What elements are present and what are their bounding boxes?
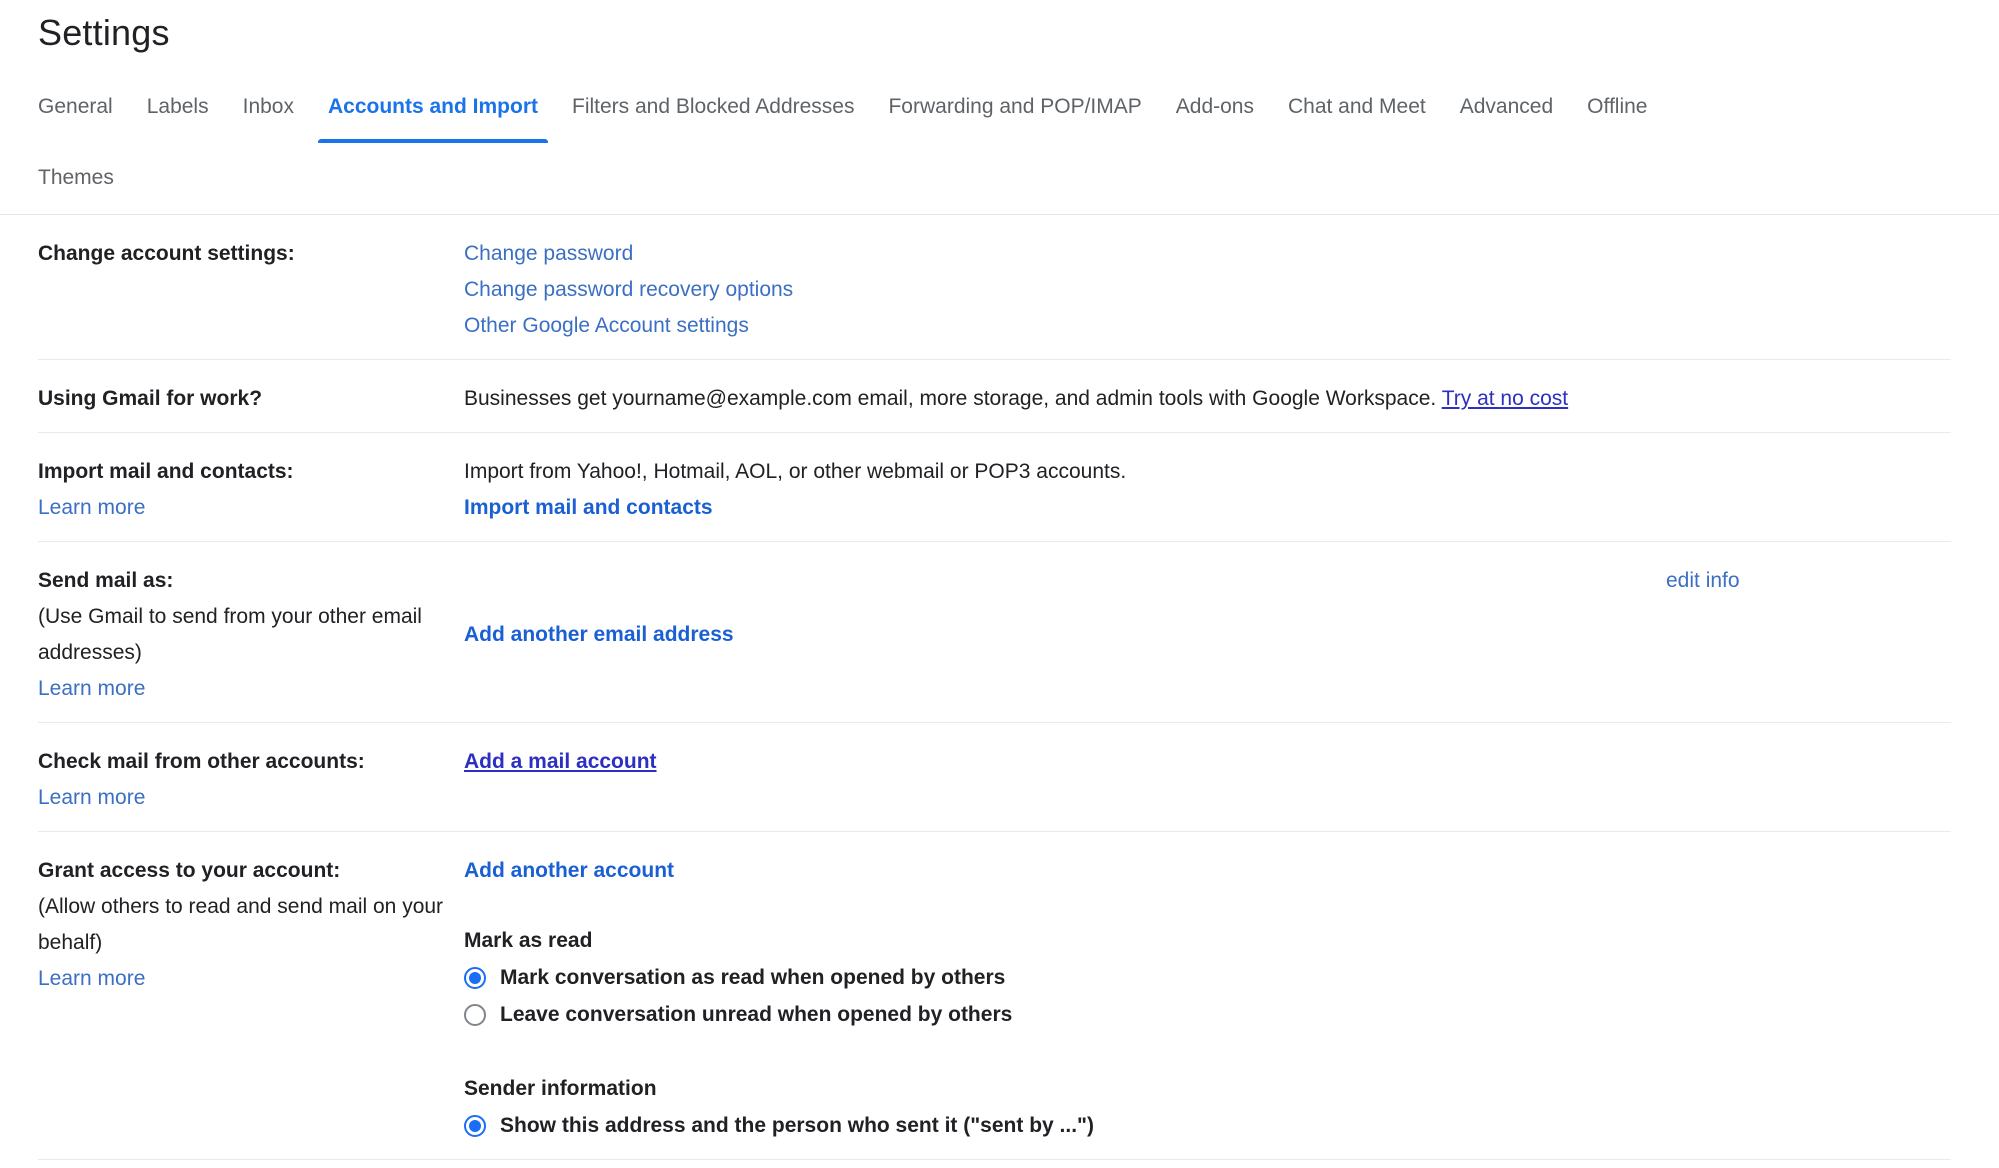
section-using-gmail-for-work: Using Gmail for work? Businesses get you… — [38, 360, 1951, 433]
tab-labels[interactable]: Labels — [147, 93, 209, 143]
send-mail-as-sublabel: (Use Gmail to send from your other email… — [38, 599, 464, 671]
change-password-link[interactable]: Change password — [464, 242, 633, 265]
page-title: Settings — [38, 10, 1999, 55]
tab-inbox[interactable]: Inbox — [243, 93, 294, 143]
import-description-text: Import from Yahoo!, Hotmail, AOL, or oth… — [464, 454, 1951, 490]
try-at-no-cost-link[interactable]: Try at no cost — [1442, 387, 1568, 410]
add-a-mail-account-link[interactable]: Add a mail account — [464, 750, 657, 773]
tab-filters-and-blocked-addresses[interactable]: Filters and Blocked Addresses — [572, 93, 854, 143]
section-grant-access: Grant access to your account: (Allow oth… — [38, 832, 1951, 1160]
section-label: Send mail as: (Use Gmail to send from yo… — [38, 563, 464, 707]
edit-info-link[interactable]: edit info — [1666, 569, 1740, 592]
import-mail-and-contacts-link[interactable]: Import mail and contacts — [464, 496, 713, 519]
radio-option-show-address[interactable]: Show this address and the person who sen… — [464, 1107, 1951, 1144]
other-google-account-settings-link[interactable]: Other Google Account settings — [464, 314, 749, 337]
section-label: Grant access to your account: (Allow oth… — [38, 853, 464, 997]
tab-row-2: Themes — [38, 164, 1999, 191]
section-check-mail-from-other-accounts: Check mail from other accounts: Learn mo… — [38, 723, 1951, 832]
grant-learn-more-link[interactable]: Learn more — [38, 967, 145, 990]
radio-selected-icon[interactable] — [464, 1115, 486, 1137]
mark-as-read-heading: Mark as read — [464, 923, 1951, 959]
import-learn-more-link[interactable]: Learn more — [38, 496, 145, 519]
tab-forwarding-and-pop-imap[interactable]: Forwarding and POP/IMAP — [888, 93, 1141, 143]
change-password-recovery-options-link[interactable]: Change password recovery options — [464, 278, 793, 301]
tab-chat-and-meet[interactable]: Chat and Meet — [1288, 93, 1426, 143]
workspace-promo-text: Businesses get yourname@example.com emai… — [464, 387, 1436, 410]
section-import-mail-and-contacts: Import mail and contacts: Learn more Imp… — [38, 433, 1951, 542]
settings-tab-bar: General Labels Inbox Accounts and Import… — [0, 93, 1999, 215]
section-label: Using Gmail for work? — [38, 381, 464, 417]
radio-option-mark-read[interactable]: Mark conversation as read when opened by… — [464, 959, 1951, 996]
section-label: Change account settings: — [38, 236, 464, 272]
section-send-mail-as: Send mail as: (Use Gmail to send from yo… — [38, 542, 1951, 723]
grant-access-sublabel: (Allow others to read and send mail on y… — [38, 889, 464, 961]
add-another-account-link[interactable]: Add another account — [464, 859, 674, 882]
add-another-email-address-link[interactable]: Add another email address — [464, 623, 734, 646]
send-learn-more-link[interactable]: Learn more — [38, 677, 145, 700]
tab-advanced[interactable]: Advanced — [1460, 93, 1553, 143]
tab-general[interactable]: General — [38, 93, 113, 143]
radio-option-leave-unread[interactable]: Leave conversation unread when opened by… — [464, 996, 1951, 1033]
radio-unselected-icon[interactable] — [464, 1004, 486, 1026]
section-label: Check mail from other accounts: Learn mo… — [38, 744, 464, 816]
check-learn-more-link[interactable]: Learn more — [38, 786, 145, 809]
tab-row-1: General Labels Inbox Accounts and Import… — [38, 93, 1999, 143]
tab-themes[interactable]: Themes — [38, 164, 114, 191]
tab-accounts-and-import[interactable]: Accounts and Import — [328, 93, 538, 143]
tab-add-ons[interactable]: Add-ons — [1176, 93, 1254, 143]
sender-information-heading: Sender information — [464, 1071, 1951, 1107]
accounts-and-import-settings: Change account settings: Change password… — [38, 215, 1951, 1160]
section-change-account-settings: Change account settings: Change password… — [38, 215, 1951, 360]
radio-selected-icon[interactable] — [464, 967, 486, 989]
section-label: Import mail and contacts: Learn more — [38, 454, 464, 526]
tab-offline[interactable]: Offline — [1587, 93, 1647, 143]
